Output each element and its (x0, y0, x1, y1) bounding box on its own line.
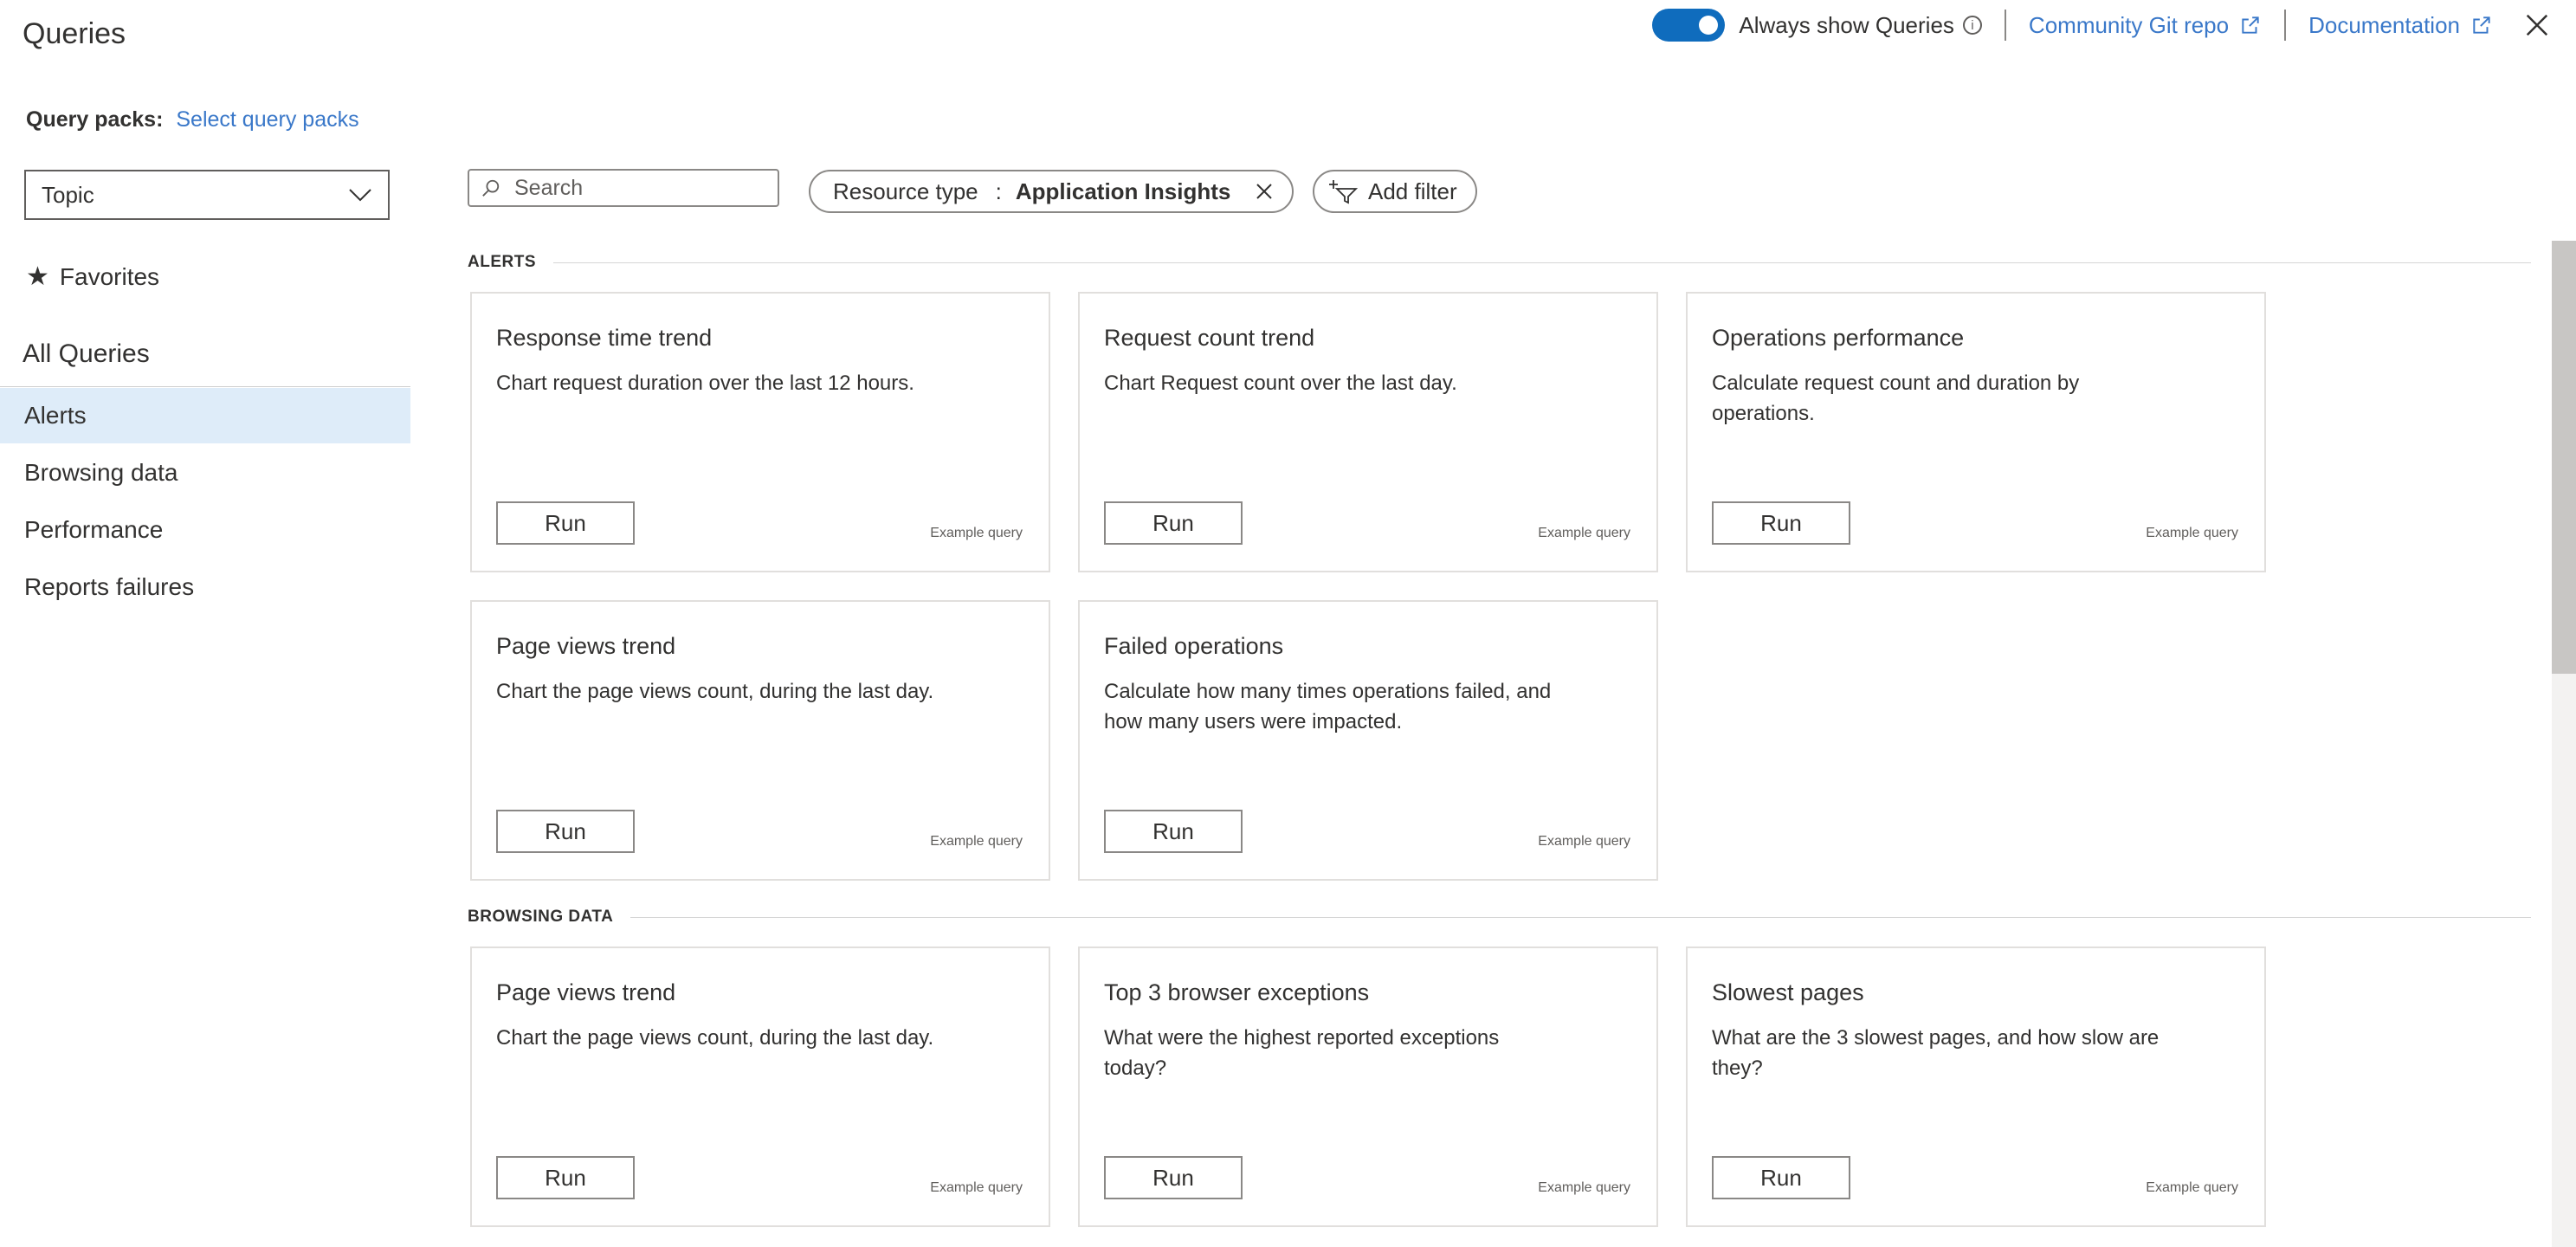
example-query-tag: Example query (930, 1180, 1023, 1195)
example-query-tag: Example query (1538, 1180, 1630, 1195)
example-query-tag: Example query (930, 834, 1023, 849)
always-show-label: Always show Queries (1739, 11, 1954, 38)
run-button[interactable]: Run (496, 810, 635, 853)
query-card[interactable]: Request count trend Chart Request count … (1078, 292, 1658, 572)
example-query-tag: Example query (2146, 1180, 2238, 1195)
card-description: Chart the page views count, during the l… (496, 1026, 934, 1050)
divider (2004, 10, 2006, 41)
close-icon[interactable] (2524, 12, 2550, 38)
page-title: Queries (23, 17, 126, 50)
divider (2284, 10, 2287, 41)
topic-dropdown[interactable]: Topic (24, 170, 390, 220)
card-title: Request count trend (1104, 325, 1315, 351)
query-card[interactable]: Response time trend Chart request durati… (470, 292, 1050, 572)
run-button[interactable]: Run (1104, 501, 1243, 545)
query-card[interactable]: Top 3 browser exceptions What were the h… (1078, 947, 1658, 1227)
run-button[interactable]: Run (1104, 810, 1243, 853)
search-box (468, 169, 779, 207)
documentation-link[interactable]: Documentation (2308, 12, 2460, 39)
run-button[interactable]: Run (496, 501, 635, 545)
run-button[interactable]: Run (496, 1156, 635, 1199)
sidebar-nav: Alerts Browsing data Performance Reports… (0, 388, 410, 617)
query-card[interactable]: Page views trend Chart the page views co… (470, 600, 1050, 881)
section-header-browsing-data: BROWSING DATA (468, 908, 2531, 926)
community-git-repo-link[interactable]: Community Git repo (2029, 12, 2229, 39)
query-card[interactable]: Page views trend Chart the page views co… (470, 947, 1050, 1227)
card-title: Top 3 browser exceptions (1104, 979, 1370, 1005)
card-description: What are the 3 slowest pages, and how sl… (1712, 1026, 2160, 1080)
card-title: Page views trend (496, 979, 676, 1005)
query-packs-label: Query packs: (26, 107, 164, 132)
chevron-down-icon (349, 189, 371, 202)
close-icon[interactable] (1254, 181, 1275, 202)
toggle-knob (1699, 16, 1719, 35)
run-button[interactable]: Run (1712, 501, 1850, 545)
favorites-item[interactable]: ★ Favorites (26, 262, 159, 292)
run-button[interactable]: Run (1712, 1156, 1850, 1199)
query-packs: Query packs: Select query packs (26, 107, 359, 132)
card-title: Slowest pages (1712, 979, 1864, 1005)
card-description: Calculate request count and duration by … (1712, 372, 2080, 425)
all-queries-heading: All Queries (23, 339, 150, 368)
section-header-alerts: ALERTS (468, 253, 2531, 271)
section-title: ALERTS (468, 253, 536, 271)
query-card[interactable]: Slowest pages What are the 3 slowest pag… (1686, 947, 2266, 1227)
card-title: Page views trend (496, 633, 676, 659)
example-query-tag: Example query (930, 526, 1023, 540)
sidebar-divider (0, 386, 410, 387)
section-title: BROWSING DATA (468, 908, 614, 926)
query-card[interactable]: Failed operations Calculate how many tim… (1078, 600, 1658, 881)
top-bar: Always show Queries i Community Git repo… (1652, 7, 2550, 43)
filter-key: Resource type (833, 178, 978, 204)
card-title: Response time trend (496, 325, 713, 351)
query-card[interactable]: Operations performance Calculate request… (1686, 292, 2266, 572)
card-description: Chart request duration over the last 12 … (496, 372, 914, 395)
select-query-packs-link[interactable]: Select query packs (176, 107, 358, 132)
card-title: Failed operations (1104, 633, 1284, 659)
run-button[interactable]: Run (1104, 1156, 1243, 1199)
example-query-tag: Example query (1538, 834, 1630, 849)
scrollbar-thumb[interactable] (2552, 241, 2576, 674)
card-description: What were the highest reported exception… (1104, 1026, 1500, 1080)
sidebar-item-alerts[interactable]: Alerts (0, 388, 410, 443)
card-title: Operations performance (1712, 325, 1965, 351)
section-divider (630, 916, 2531, 918)
sidebar-item-performance[interactable]: Performance (0, 502, 410, 558)
topic-dropdown-value: Topic (42, 181, 94, 208)
card-description: Calculate how many times operations fail… (1104, 680, 1552, 733)
external-link-icon (2473, 16, 2490, 34)
filter-separator: : (995, 178, 1002, 204)
card-description: Chart the page views count, during the l… (496, 680, 934, 703)
info-icon[interactable]: i (1962, 16, 1982, 35)
add-filter-icon (1329, 180, 1358, 204)
search-icon (482, 179, 500, 197)
section-divider (553, 262, 2531, 263)
filter-value: Application Insights (1015, 178, 1231, 204)
example-query-tag: Example query (1538, 526, 1630, 540)
favorites-label: Favorites (59, 262, 160, 290)
search-input[interactable] (513, 174, 759, 202)
resource-type-filter[interactable]: Resource type : Application Insights (809, 170, 1294, 213)
external-link-icon (2242, 16, 2259, 34)
card-description: Chart Request count over the last day. (1104, 372, 1457, 395)
star-icon: ★ (26, 262, 49, 291)
sidebar-item-browsing-data[interactable]: Browsing data (0, 445, 410, 501)
example-query-tag: Example query (2146, 526, 2238, 540)
always-show-toggle[interactable] (1652, 9, 1726, 42)
add-filter-label: Add filter (1368, 178, 1457, 204)
add-filter-button[interactable]: Add filter (1313, 170, 1477, 213)
sidebar-item-reports-failures[interactable]: Reports failures (0, 559, 410, 615)
